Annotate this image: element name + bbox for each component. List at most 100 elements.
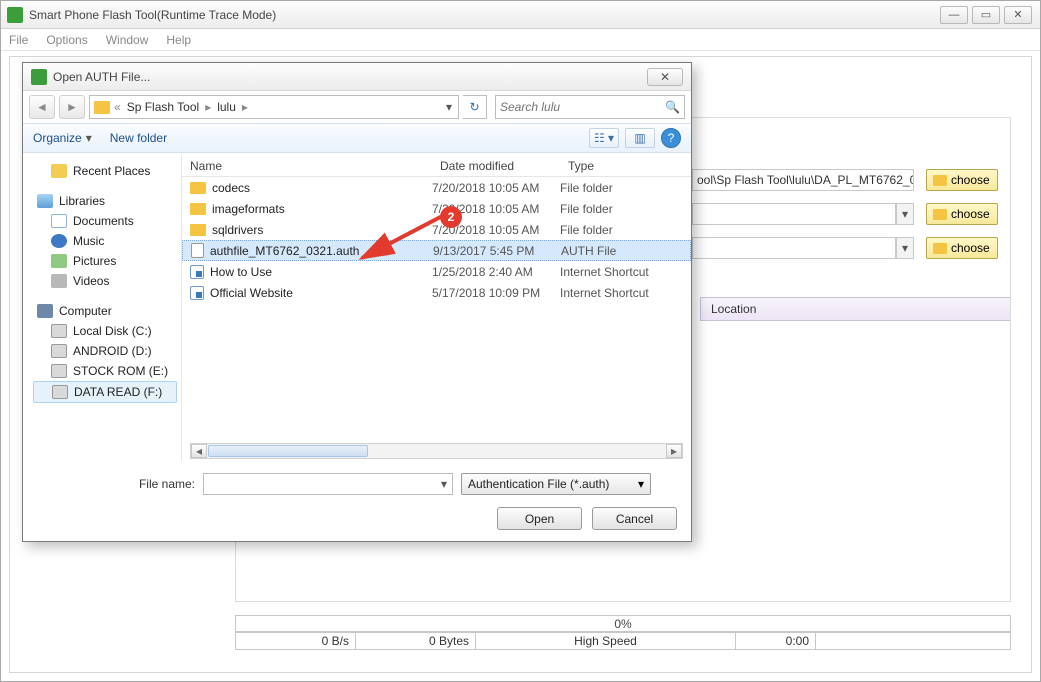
open-file-dialog: Open AUTH File... ✕ ◄ ► « Sp Flash Tool … (22, 62, 692, 542)
nav-disk-f[interactable]: DATA READ (F:) (33, 381, 177, 403)
dialog-title: Open AUTH File... (53, 70, 647, 84)
file-row[interactable]: Official Website5/17/2018 10:09 PMIntern… (182, 282, 691, 303)
file-name: codecs (212, 181, 250, 195)
column-name[interactable]: Name (182, 159, 432, 173)
scroll-thumb[interactable] (208, 445, 368, 457)
chevron-icon[interactable]: « (114, 100, 121, 114)
breadcrumb-seg1[interactable]: Sp Flash Tool (125, 100, 202, 114)
recent-icon (51, 164, 67, 178)
dialog-nav: ◄ ► « Sp Flash Tool ▸ lulu ▸ ▾ ↻ 🔍 (23, 91, 691, 123)
file-date: 7/20/2018 10:05 AM (432, 181, 560, 195)
file-name: authfile_MT6762_0321.auth (210, 244, 359, 258)
view-options-button[interactable]: ☷ ▾ (589, 128, 619, 148)
file-list: Name Date modified Type codecs 7/20/2018 … (181, 155, 691, 461)
filename-dropdown[interactable]: ▾ (436, 477, 452, 491)
nav-recent-places[interactable]: Recent Places (33, 161, 177, 181)
horizontal-scrollbar[interactable]: ◂ ▸ (190, 443, 683, 459)
status-bar: 0 B/s 0 Bytes High Speed 0:00 (235, 632, 1011, 650)
dialog-titlebar[interactable]: Open AUTH File... ✕ (23, 63, 691, 91)
nav-computer[interactable]: Computer (33, 301, 177, 321)
nav-back-button[interactable]: ◄ (29, 95, 55, 119)
refresh-button[interactable]: ↻ (463, 95, 487, 119)
filename-label: File name: (35, 477, 195, 491)
filetype-filter[interactable]: Authentication File (*.auth) ▾ (461, 473, 651, 495)
filename-input[interactable] (204, 477, 436, 491)
file-type: File folder (560, 181, 691, 195)
menu-file[interactable]: File (9, 33, 28, 47)
nav-music[interactable]: Music (33, 231, 177, 251)
address-dropdown[interactable]: ▾ (442, 100, 456, 114)
nav-forward-button[interactable]: ► (59, 95, 85, 119)
app-title: Smart Phone Flash Tool(Runtime Trace Mod… (29, 8, 940, 22)
file-type: File folder (560, 202, 691, 216)
file-type: File folder (560, 223, 691, 237)
menu-window[interactable]: Window (106, 33, 149, 47)
scroll-left-button[interactable]: ◂ (191, 444, 207, 458)
new-folder-button[interactable]: New folder (110, 131, 167, 145)
file-row[interactable]: How to Use1/25/2018 2:40 AMInternet Shor… (182, 261, 691, 282)
chevron-right-icon: ▸ (205, 100, 211, 114)
file-type: AUTH File (561, 244, 690, 258)
dialog-toolbar: Organize ▾ New folder ☷ ▾ ▥ ? (23, 123, 691, 153)
computer-icon (37, 304, 53, 318)
folder-icon (190, 224, 206, 236)
file-row[interactable]: codecs 7/20/2018 10:05 AMFile folder (182, 177, 691, 198)
preview-pane-button[interactable]: ▥ (625, 128, 655, 148)
file-row[interactable]: imageformats7/20/2018 10:05 AMFile folde… (182, 198, 691, 219)
breadcrumb-seg2[interactable]: lulu (215, 100, 238, 114)
file-date: 5/17/2018 10:09 PM (432, 286, 560, 300)
dialog-app-icon (31, 69, 47, 85)
nav-disk-e[interactable]: STOCK ROM (E:) (33, 361, 177, 381)
videos-icon (51, 274, 67, 288)
maximize-button[interactable]: ▭ (972, 6, 1000, 24)
main-titlebar[interactable]: Smart Phone Flash Tool(Runtime Trace Mod… (1, 1, 1040, 29)
cancel-button[interactable]: Cancel (592, 507, 677, 530)
address-bar[interactable]: « Sp Flash Tool ▸ lulu ▸ ▾ (89, 95, 459, 119)
menu-help[interactable]: Help (166, 33, 191, 47)
file-icon (191, 243, 204, 258)
file-list-header[interactable]: Name Date modified Type (182, 155, 691, 177)
dialog-close-button[interactable]: ✕ (647, 68, 683, 86)
help-button[interactable]: ? (661, 128, 681, 148)
music-icon (51, 234, 67, 248)
app-icon (7, 7, 23, 23)
filter-label: Authentication File (*.auth) (468, 477, 638, 491)
nav-videos[interactable]: Videos (33, 271, 177, 291)
nav-documents[interactable]: Documents (33, 211, 177, 231)
file-name: sqldrivers (212, 223, 263, 237)
file-name: Official Website (210, 286, 293, 300)
file-date: 1/25/2018 2:40 AM (432, 265, 560, 279)
menu-options[interactable]: Options (46, 33, 87, 47)
column-date[interactable]: Date modified (432, 159, 560, 173)
organize-menu[interactable]: Organize ▾ (33, 131, 92, 145)
open-button[interactable]: Open (497, 507, 582, 530)
disk-icon (51, 344, 67, 358)
nav-disk-c[interactable]: Local Disk (C:) (33, 321, 177, 341)
close-button[interactable]: ✕ (1004, 6, 1032, 24)
scroll-right-button[interactable]: ▸ (666, 444, 682, 458)
disk-icon (51, 324, 67, 338)
status-speed: High Speed (476, 633, 736, 649)
column-type[interactable]: Type (560, 159, 691, 173)
status-rate: 0 B/s (236, 633, 356, 649)
nav-disk-d[interactable]: ANDROID (D:) (33, 341, 177, 361)
shortcut-icon (190, 265, 204, 279)
libraries-icon (37, 194, 53, 208)
dialog-bottom: File name: ▾ Authentication File (*.auth… (23, 461, 691, 541)
folder-icon (190, 203, 206, 215)
dialog-body: Recent Places Libraries Documents Music … (23, 155, 691, 461)
nav-pictures[interactable]: Pictures (33, 251, 177, 271)
file-row[interactable]: authfile_MT6762_0321.auth 9/13/2017 5:45 … (182, 240, 691, 261)
shortcut-icon (190, 286, 204, 300)
pictures-icon (51, 254, 67, 268)
search-icon[interactable]: 🔍 (665, 100, 680, 114)
file-row[interactable]: sqldrivers7/20/2018 10:05 AMFile folder (182, 219, 691, 240)
nav-libraries[interactable]: Libraries (33, 191, 177, 211)
file-date: 9/13/2017 5:45 PM (433, 244, 561, 258)
minimize-button[interactable]: — (940, 6, 968, 24)
search-input[interactable] (500, 100, 665, 114)
search-box[interactable]: 🔍 (495, 95, 685, 119)
status-bytes: 0 Bytes (356, 633, 476, 649)
progress-text: 0% (614, 617, 631, 631)
filename-combo[interactable]: ▾ (203, 473, 453, 495)
